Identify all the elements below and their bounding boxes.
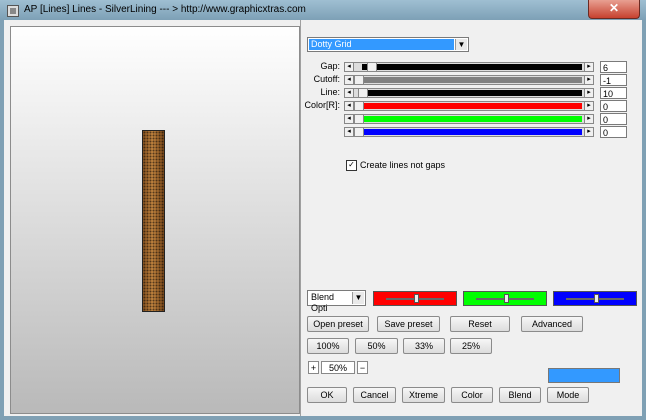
- blend-swatch-thumb[interactable]: [594, 294, 599, 303]
- dialog-body: Dotty Grid ▼ Gap: ◂ ▸ 6 Cutoff: ◂ ▸ -1 Line: ◂ ▸ 10…: [4, 20, 642, 416]
- slider-color-fill: [362, 129, 582, 135]
- scroll-left-arrow-icon[interactable]: ◂: [344, 88, 354, 98]
- scroll-right-arrow-icon[interactable]: ▸: [584, 75, 594, 85]
- chevron-down-icon[interactable]: ▼: [352, 292, 364, 304]
- scroll-right-arrow-icon[interactable]: ▸: [584, 88, 594, 98]
- reset-button[interactable]: Reset: [450, 316, 510, 332]
- zoom-value: 50%: [321, 361, 355, 374]
- slider-track[interactable]: ◂ ▸: [344, 101, 594, 111]
- chevron-down-icon[interactable]: ▼: [455, 39, 467, 50]
- slider-value-field[interactable]: 0: [600, 100, 627, 112]
- slider-label: Color[R]:: [304, 100, 340, 110]
- slider-label: Gap:: [320, 61, 340, 71]
- slider-color-fill: [362, 64, 582, 70]
- slider-thumb[interactable]: [354, 127, 364, 137]
- xtreme-button[interactable]: Xtreme: [402, 387, 445, 403]
- blend-swatch-thumb[interactable]: [414, 294, 419, 303]
- open-preset-button[interactable]: Open preset: [307, 316, 369, 332]
- scroll-right-arrow-icon[interactable]: ▸: [584, 127, 594, 137]
- blend-options-value: Blend Opti: [309, 292, 351, 313]
- scroll-left-arrow-icon[interactable]: ◂: [344, 75, 354, 85]
- window-title: AP [Lines] Lines - SilverLining --- > ht…: [24, 4, 306, 15]
- slider-track[interactable]: ◂ ▸: [344, 62, 594, 72]
- scroll-left-arrow-icon[interactable]: ◂: [344, 127, 354, 137]
- slider-value-field[interactable]: 6: [600, 61, 627, 73]
- zoom-in-button[interactable]: +: [308, 361, 319, 374]
- title-bar: AP [Lines] Lines - SilverLining --- > ht…: [0, 0, 646, 20]
- slider-color-fill: [362, 90, 582, 96]
- preview-panel: [10, 26, 300, 414]
- preview-image: [142, 130, 165, 312]
- scroll-right-arrow-icon[interactable]: ▸: [584, 62, 594, 72]
- zoom-33-button[interactable]: 33%: [403, 338, 445, 354]
- slider-value-field[interactable]: 0: [600, 113, 627, 125]
- effect-dropdown-value: Dotty Grid: [309, 39, 454, 50]
- scroll-right-arrow-icon[interactable]: ▸: [584, 114, 594, 124]
- slider-label: Line:: [320, 87, 340, 97]
- slider-thumb[interactable]: [354, 114, 364, 124]
- zoom-100-button[interactable]: 100%: [307, 338, 349, 354]
- cancel-button[interactable]: Cancel: [353, 387, 396, 403]
- zoom-25-button[interactable]: 25%: [450, 338, 492, 354]
- slider-color-fill: [362, 77, 582, 83]
- blend-swatch[interactable]: [553, 291, 637, 306]
- create-lines-checkbox[interactable]: ✓: [346, 160, 357, 171]
- color-preview-bar[interactable]: [548, 368, 620, 383]
- slider-track[interactable]: ◂ ▸: [344, 127, 594, 137]
- advanced-button[interactable]: Advanced: [521, 316, 583, 332]
- blend-button[interactable]: Blend: [499, 387, 541, 403]
- slider-value-field[interactable]: 10: [600, 87, 627, 99]
- scroll-right-arrow-icon[interactable]: ▸: [584, 101, 594, 111]
- close-button[interactable]: ✕: [588, 0, 640, 19]
- mode-button[interactable]: Mode: [547, 387, 589, 403]
- create-lines-label: Create lines not gaps: [360, 160, 446, 170]
- blend-options-dropdown[interactable]: Blend Opti ▼: [307, 290, 366, 313]
- zoom-50-button[interactable]: 50%: [355, 338, 398, 354]
- slider-thumb[interactable]: [367, 62, 377, 72]
- scroll-left-arrow-icon[interactable]: ◂: [344, 62, 354, 72]
- slider-track[interactable]: ◂ ▸: [344, 75, 594, 85]
- slider-thumb[interactable]: [354, 101, 364, 111]
- zoom-out-button[interactable]: −: [357, 361, 368, 374]
- ok-button[interactable]: OK: [307, 387, 347, 403]
- slider-track[interactable]: ◂ ▸: [344, 88, 594, 98]
- slider-label: Cutoff:: [313, 74, 340, 84]
- blend-swatch[interactable]: [463, 291, 547, 306]
- blend-swatch[interactable]: [373, 291, 457, 306]
- scroll-left-arrow-icon[interactable]: ◂: [344, 101, 354, 111]
- slider-track[interactable]: ◂ ▸: [344, 114, 594, 124]
- slider-value-field[interactable]: -1: [600, 74, 627, 86]
- slider-color-fill: [362, 116, 582, 122]
- save-preset-button[interactable]: Save preset: [377, 316, 440, 332]
- color-button[interactable]: Color: [451, 387, 493, 403]
- scroll-left-arrow-icon[interactable]: ◂: [344, 114, 354, 124]
- slider-thumb[interactable]: [358, 88, 368, 98]
- effect-dropdown[interactable]: Dotty Grid ▼: [307, 37, 469, 52]
- slider-thumb[interactable]: [354, 75, 364, 85]
- app-icon[interactable]: [7, 5, 19, 17]
- slider-color-fill: [362, 103, 582, 109]
- blend-swatch-thumb[interactable]: [504, 294, 509, 303]
- slider-value-field[interactable]: 0: [600, 126, 627, 138]
